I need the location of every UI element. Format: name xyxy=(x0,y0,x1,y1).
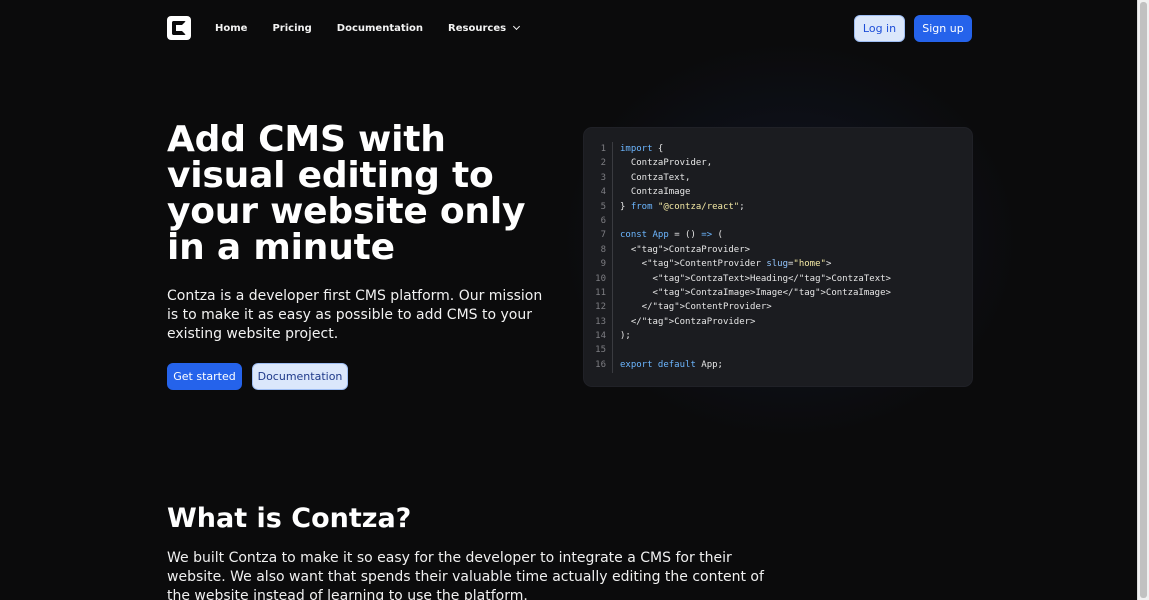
code-line: export default App; xyxy=(620,359,723,370)
code-line-number: 12 xyxy=(595,302,606,313)
scrollbar-thumb[interactable] xyxy=(1140,2,1147,598)
chevron-down-icon xyxy=(513,22,521,31)
code-line: } from "@contza/react"; xyxy=(620,201,745,212)
code-line: import { xyxy=(620,144,664,154)
signup-button[interactable]: Sign up xyxy=(914,14,972,42)
about-title: What is Contza? xyxy=(167,503,412,534)
code-line: </"tag">ContzaProvider> xyxy=(620,316,756,327)
code-line: ContzaImage xyxy=(620,187,691,198)
code-example-card: 1 2 3 4 5 6 7 8 9 10 11 12 13 14 15 16 import { ContzaP… xyxy=(584,128,972,386)
code-block: import { ContzaProvider, ContzaText, Con… xyxy=(620,142,965,372)
code-line: <"tag">ContentProvider slug="home"> xyxy=(620,259,832,270)
documentation-button[interactable]: Documentation xyxy=(252,363,348,390)
code-line-number: 14 xyxy=(595,331,606,342)
code-line-number: 10 xyxy=(595,273,606,284)
code-line-number: 5 xyxy=(600,201,606,212)
code-line: <"tag">ContzaProvider> xyxy=(620,244,751,255)
code-line-number: 2 xyxy=(600,158,606,169)
nav-resources-dropdown[interactable]: Resources xyxy=(448,22,521,34)
page-scrollbar[interactable] xyxy=(1137,0,1149,600)
code-line-numbers: 1 2 3 4 5 6 7 8 9 10 11 12 13 14 15 16 xyxy=(584,142,612,372)
logo-c-mark xyxy=(172,21,186,35)
code-line-number: 3 xyxy=(600,172,606,183)
code-line: const App = () => ( xyxy=(620,230,723,241)
code-line: ContzaText, xyxy=(620,172,691,183)
code-line: <"tag">ContzaImage>Image</"tag">ContzaIm… xyxy=(620,287,891,298)
top-navigation: Home Pricing Documentation Resources Log… xyxy=(167,14,972,42)
nav-resources-label: Resources xyxy=(448,22,507,34)
code-line-number: 8 xyxy=(600,244,606,255)
code-line: </"tag">ContentProvider> xyxy=(620,302,772,313)
code-line-number: 1 xyxy=(600,144,606,154)
nav-link-documentation[interactable]: Documentation xyxy=(337,23,423,34)
about-description: We built Contza to make it so easy for t… xyxy=(167,550,764,600)
get-started-button[interactable]: Get started xyxy=(167,363,242,390)
code-line: ); xyxy=(620,331,631,342)
code-line-number: 9 xyxy=(600,259,606,270)
code-line-number: 16 xyxy=(595,359,606,370)
hero-description: Contza is a developer first CMS platform… xyxy=(167,288,543,342)
contza-logo[interactable] xyxy=(167,16,191,40)
code-line-number: 7 xyxy=(600,230,606,241)
hero-actions: Get started Documentation xyxy=(167,363,348,390)
hero-title: Add CMS with visual editing to your webs… xyxy=(167,119,526,268)
code-line-number: 13 xyxy=(595,316,606,327)
login-button[interactable]: Log in xyxy=(854,14,905,42)
code-line: <"tag">ContzaText>Heading</"tag">ContzaT… xyxy=(620,273,891,284)
landing-page: Home Pricing Documentation Resources Log… xyxy=(0,0,1149,600)
code-line-number: 15 xyxy=(595,345,606,356)
code-line: ContzaProvider, xyxy=(620,158,713,169)
nav-link-pricing[interactable]: Pricing xyxy=(272,23,311,34)
code-line-number: 11 xyxy=(595,287,606,298)
code-line-number: 6 xyxy=(600,215,606,226)
code-line-number: 4 xyxy=(600,187,606,198)
nav-link-home[interactable]: Home xyxy=(215,23,247,34)
code-gutter-divider xyxy=(612,142,613,373)
